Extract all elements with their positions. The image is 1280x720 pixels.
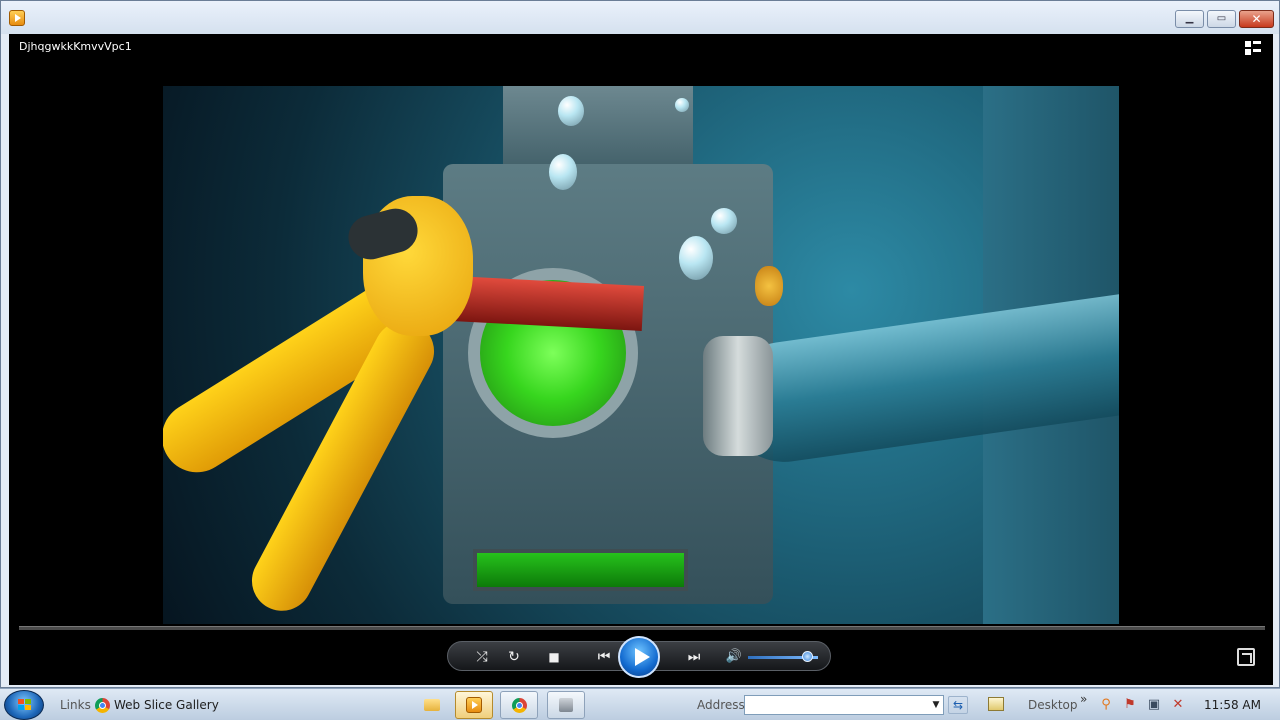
shuffle-button[interactable]: ⤮ <box>471 649 493 665</box>
media-title: DjhqgwkkKmvvVpc1 <box>19 40 132 53</box>
mute-button[interactable]: 🔊 <box>722 649 746 665</box>
search-icon[interactable]: ⚲ <box>1098 697 1114 713</box>
transport-controls: ⤮ ↻ ■ ⏮ ⏭ 🔊 <box>447 636 831 678</box>
taskbar-app[interactable] <box>547 691 585 719</box>
video-green-display <box>473 549 688 591</box>
address-dropdown-button[interactable]: ▼ <box>929 696 943 714</box>
now-playing-area: DjhqgwkkKmvvVpc1 ⤮ ↻ ■ ⏮ ⏭ 🔊 <box>9 34 1273 685</box>
switch-to-library-icon[interactable] <box>1245 41 1261 55</box>
volume-muted-icon[interactable]: ✕ <box>1170 697 1186 713</box>
chrome-icon <box>95 698 110 713</box>
maximize-button[interactable]: ▭ <box>1207 10 1236 28</box>
video-pineapple <box>755 266 783 306</box>
play-button[interactable] <box>618 636 660 678</box>
video-bubble <box>549 154 577 190</box>
action-center-icon[interactable]: ⚑ <box>1122 697 1138 713</box>
clock[interactable]: 11:58 AM <box>1204 698 1261 712</box>
address-input[interactable]: ▼ <box>744 695 944 715</box>
video-frame[interactable] <box>163 86 1119 624</box>
minimize-button[interactable]: ▁ <box>1175 10 1204 28</box>
go-button[interactable]: ⇆ <box>948 696 968 714</box>
media-player-window: ▁ ▭ ✕ DjhqgwkkKmvvVpc1 ⤮ ↻ ■ ⏮ ⏭ 🔊 <box>0 0 1280 688</box>
video-pipe-ring <box>703 336 773 456</box>
app-icon <box>559 698 573 712</box>
media-player-icon <box>466 697 482 713</box>
video-bubble <box>711 208 737 234</box>
links-toolbar-label[interactable]: Links <box>60 698 91 712</box>
network-icon[interactable]: ▣ <box>1146 697 1162 713</box>
windows-media-player-icon[interactable] <box>9 10 25 26</box>
video-bubble <box>679 236 713 280</box>
switch-to-library-button[interactable] <box>1237 648 1255 666</box>
desktop-toolbar-label[interactable]: Desktop <box>1028 698 1078 712</box>
volume-slider-thumb[interactable] <box>802 651 813 662</box>
video-machine-top <box>503 86 693 166</box>
video-bubble <box>558 96 584 126</box>
notepad-icon[interactable] <box>988 697 1004 711</box>
video-bubble <box>675 98 689 112</box>
close-button[interactable]: ✕ <box>1239 10 1274 28</box>
next-button[interactable]: ⏭ <box>674 649 714 665</box>
windows-logo-icon <box>18 699 32 712</box>
web-slice-gallery-link[interactable]: Web Slice Gallery <box>114 698 219 712</box>
toolbar-chevron[interactable]: » <box>1080 692 1087 706</box>
repeat-button[interactable]: ↻ <box>503 649 525 665</box>
chrome-icon <box>512 698 527 713</box>
start-button[interactable] <box>4 690 44 720</box>
seek-bar[interactable] <box>19 626 1265 630</box>
taskbar-media-player[interactable] <box>455 691 493 719</box>
title-bar[interactable]: ▁ ▭ ✕ <box>1 1 1279 34</box>
address-toolbar-label: Address <box>697 698 745 712</box>
folder-icon[interactable] <box>424 699 440 711</box>
taskbar: Links Web Slice Gallery Address ▼ ⇆ Desk… <box>0 688 1280 720</box>
taskbar-chrome[interactable] <box>500 691 538 719</box>
stop-button[interactable]: ■ <box>543 649 565 665</box>
